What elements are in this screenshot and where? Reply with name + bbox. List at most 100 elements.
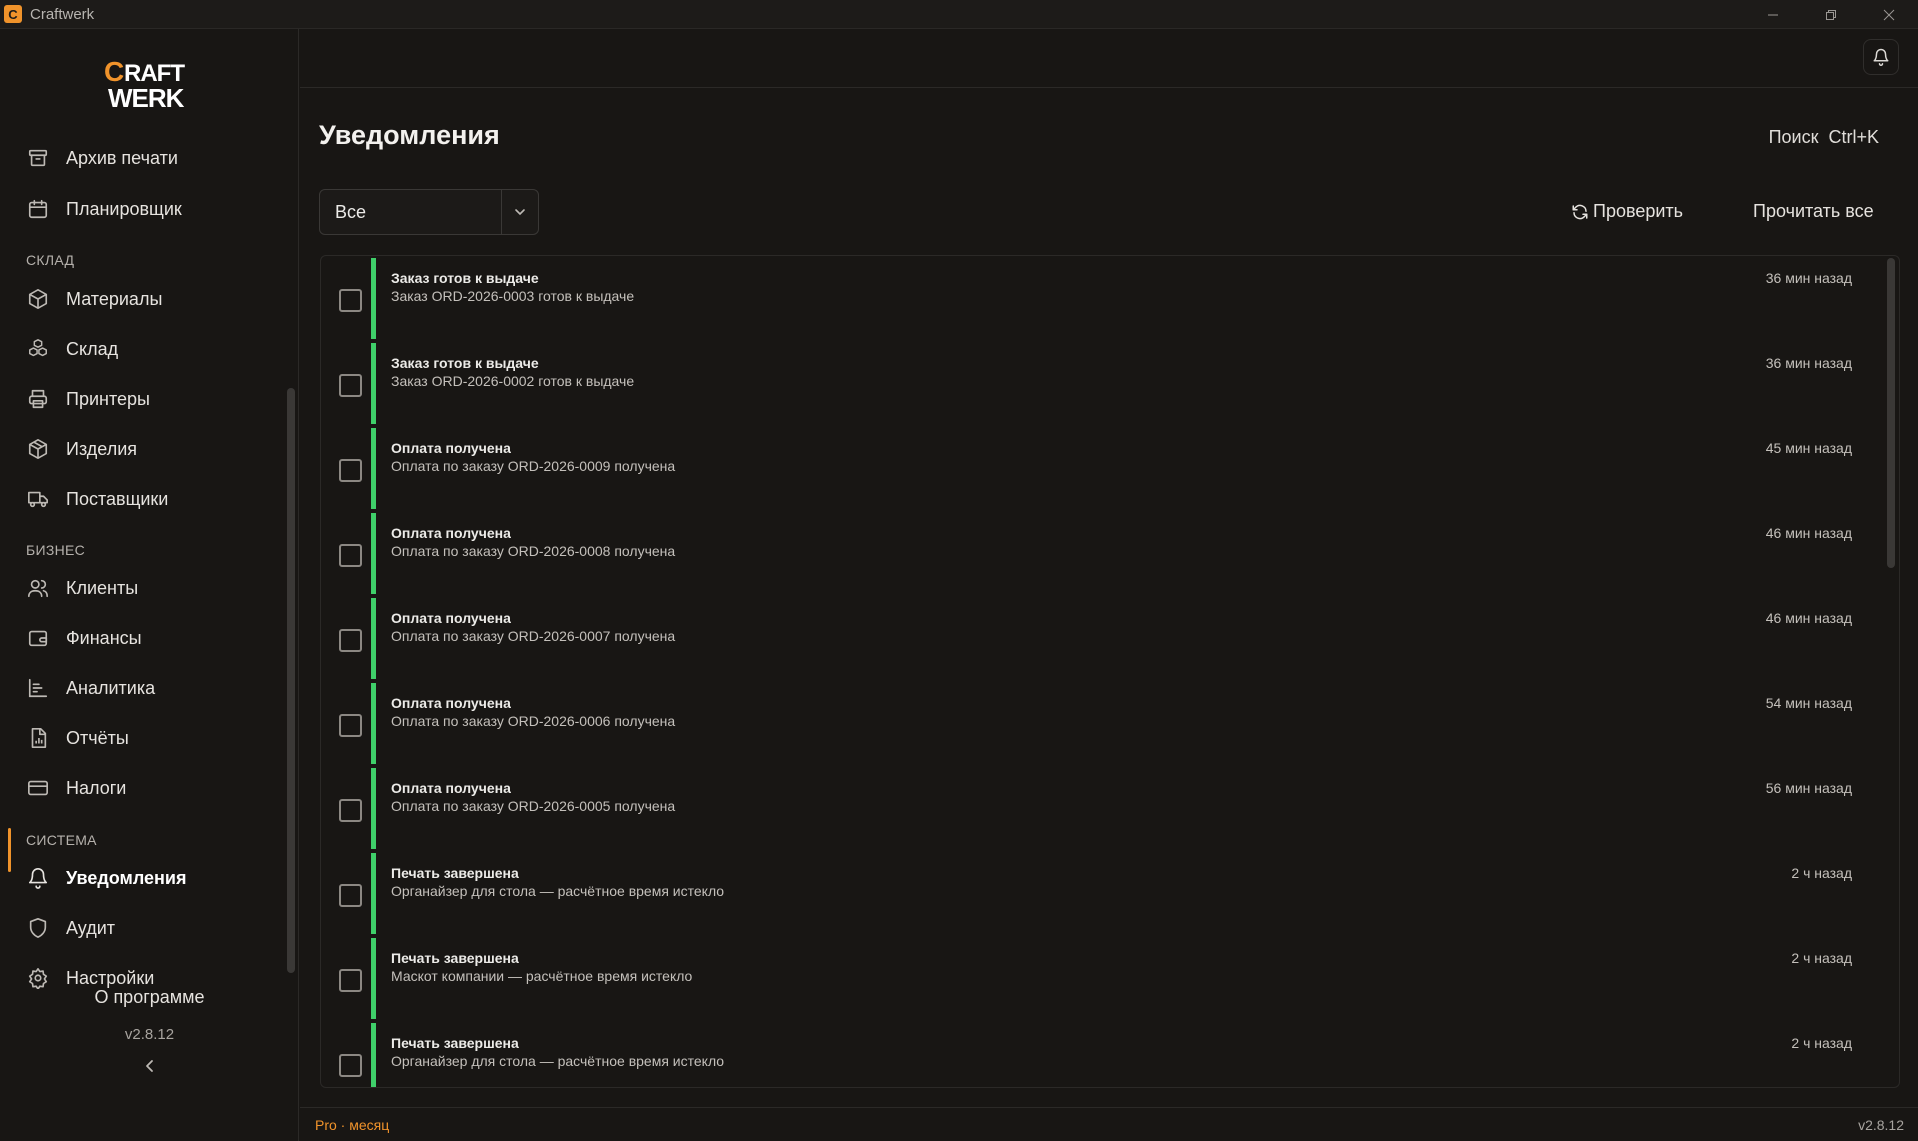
- sidebar-item-label: Изделия: [66, 438, 138, 459]
- sidebar-item-analytics[interactable]: Аналитика: [0, 668, 280, 708]
- notification-checkbox[interactable]: [339, 1054, 362, 1077]
- craftwerk-logo[interactable]: C RAFT WERK: [102, 53, 202, 113]
- package-icon: [26, 287, 50, 311]
- notifications-button[interactable]: [1863, 39, 1899, 75]
- search-shortcut[interactable]: Поиск Ctrl+K: [1769, 127, 1879, 148]
- check-button-label: Проверить: [1593, 201, 1684, 221]
- close-window-button[interactable]: [1860, 0, 1918, 29]
- read-all-button[interactable]: Прочитать все: [1753, 201, 1874, 222]
- notification-time: 54 мин назад: [1765, 695, 1852, 711]
- notification-time: 45 мин назад: [1765, 440, 1852, 456]
- notification-checkbox[interactable]: [339, 459, 362, 482]
- notification-title: Заказ готов к выдаче: [391, 270, 539, 286]
- sidebar-item-reports[interactable]: Отчёты: [0, 718, 280, 758]
- wallet-icon: [26, 626, 50, 650]
- notification-title: Печать завершена: [391, 865, 519, 881]
- bar-chart-icon: [26, 676, 50, 700]
- notification-row[interactable]: Оплата получена Оплата по заказу ORD-202…: [321, 511, 1887, 596]
- sidebar-item-label: Материалы: [66, 288, 163, 309]
- notification-checkbox[interactable]: [339, 289, 362, 312]
- notification-body: Заказ ORD-2026-0003 готов к выдаче: [391, 288, 635, 304]
- notification-checkbox[interactable]: [339, 714, 362, 737]
- status-accent: [371, 768, 376, 849]
- notification-time: 2 ч назад: [1791, 1035, 1852, 1051]
- notification-row[interactable]: Печать завершена Маскот компании — расчё…: [321, 936, 1887, 1021]
- restore-button[interactable]: [1802, 0, 1860, 29]
- sidebar-item-label: Аудит: [66, 917, 116, 938]
- sidebar-item-label: Склад: [66, 338, 119, 359]
- notification-checkbox[interactable]: [339, 799, 362, 822]
- notification-row[interactable]: Заказ готов к выдаче Заказ ORD-2026-0003…: [321, 256, 1887, 341]
- sidebar-item-taxes[interactable]: Налоги: [0, 768, 280, 808]
- notification-checkbox[interactable]: [339, 629, 362, 652]
- svg-text:WERK: WERK: [108, 83, 185, 113]
- report-icon: [26, 726, 50, 750]
- bell-icon: [1872, 48, 1890, 66]
- status-accent: [371, 258, 376, 339]
- sidebar-item-print-archive[interactable]: Архив печати: [0, 138, 280, 178]
- notification-body: Маскот компании — расчётное время истекл…: [391, 968, 693, 984]
- notification-time: 2 ч назад: [1791, 950, 1852, 966]
- notification-time: 2 ч назад: [1791, 865, 1852, 881]
- notification-checkbox[interactable]: [339, 544, 362, 567]
- notification-row[interactable]: Печать завершена Органайзер для стола — …: [321, 851, 1887, 936]
- notification-time: 56 мин назад: [1765, 780, 1852, 796]
- plan-badge[interactable]: Pro · месяц: [315, 1117, 389, 1133]
- notification-body: Оплата по заказу ORD-2026-0008 получена: [391, 543, 676, 559]
- notification-body: Органайзер для стола — расчётное время и…: [391, 1053, 725, 1069]
- status-accent: [371, 1023, 376, 1087]
- boxes-icon: [26, 337, 50, 361]
- sidebar-item-label: Поставщики: [66, 488, 169, 509]
- window-title: Craftwerk: [30, 5, 95, 23]
- sidebar-item-notifications[interactable]: Уведомления: [0, 858, 280, 898]
- sidebar-item-finance[interactable]: Финансы: [0, 618, 280, 658]
- notification-title: Оплата получена: [391, 780, 511, 796]
- notification-time: 36 мин назад: [1765, 270, 1852, 286]
- minimize-button[interactable]: [1744, 0, 1802, 29]
- section-header-warehouse: СКЛАД: [26, 252, 75, 268]
- sidebar-item-label: Отчёты: [66, 727, 129, 748]
- archive-icon: [26, 146, 50, 170]
- calendar-icon: [26, 197, 50, 221]
- notification-body: Оплата по заказу ORD-2026-0007 получена: [391, 628, 676, 644]
- notification-checkbox[interactable]: [339, 374, 362, 397]
- printer-icon: [26, 387, 50, 411]
- sidebar-item-printers[interactable]: Принтеры: [0, 379, 280, 419]
- sidebar-item-planner[interactable]: Планировщик: [0, 189, 280, 229]
- notification-title: Оплата получена: [391, 695, 511, 711]
- sidebar-item-suppliers[interactable]: Поставщики: [0, 479, 280, 519]
- sidebar-item-label: Налоги: [66, 777, 127, 798]
- status-accent: [371, 853, 376, 934]
- sidebar-item-audit[interactable]: Аудит: [0, 908, 280, 948]
- notification-row[interactable]: Печать завершена Органайзер для стола — …: [321, 1021, 1887, 1087]
- sidebar-item-clients[interactable]: Клиенты: [0, 568, 280, 608]
- status-accent: [371, 513, 376, 594]
- notification-row[interactable]: Оплата получена Оплата по заказу ORD-202…: [321, 766, 1887, 851]
- truck-icon: [26, 487, 50, 511]
- collapse-sidebar-icon[interactable]: [140, 1056, 160, 1076]
- window-controls: [1744, 0, 1918, 29]
- notification-body: Оплата по заказу ORD-2026-0005 получена: [391, 798, 676, 814]
- list-scrollbar[interactable]: [1887, 258, 1895, 568]
- notification-row[interactable]: Заказ готов к выдаче Заказ ORD-2026-0002…: [321, 341, 1887, 426]
- notification-row[interactable]: Оплата получена Оплата по заказу ORD-202…: [321, 681, 1887, 766]
- sidebar-item-warehouse[interactable]: Склад: [0, 329, 280, 369]
- check-button[interactable]: Проверить: [1571, 201, 1683, 222]
- sidebar-item-materials[interactable]: Материалы: [0, 279, 280, 319]
- notification-time: 36 мин назад: [1765, 355, 1852, 371]
- notification-checkbox[interactable]: [339, 969, 362, 992]
- refresh-icon: [1571, 203, 1589, 221]
- notification-checkbox[interactable]: [339, 884, 362, 907]
- chevron-down-icon[interactable]: [501, 190, 538, 234]
- notification-title: Заказ готов к выдаче: [391, 355, 539, 371]
- sidebar-item-products[interactable]: Изделия: [0, 429, 280, 469]
- section-header-system: СИСТЕМА: [26, 832, 97, 848]
- filter-select[interactable]: Все: [319, 189, 539, 235]
- notification-row[interactable]: Оплата получена Оплата по заказу ORD-202…: [321, 426, 1887, 511]
- sidebar-scrollbar[interactable]: [287, 388, 295, 973]
- notification-row[interactable]: Оплата получена Оплата по заказу ORD-202…: [321, 596, 1887, 681]
- sidebar-item-label: Планировщик: [66, 198, 182, 219]
- sidebar-item-label: Уведомления: [66, 867, 187, 888]
- about-link[interactable]: О программе: [0, 987, 299, 1008]
- users-icon: [26, 576, 50, 600]
